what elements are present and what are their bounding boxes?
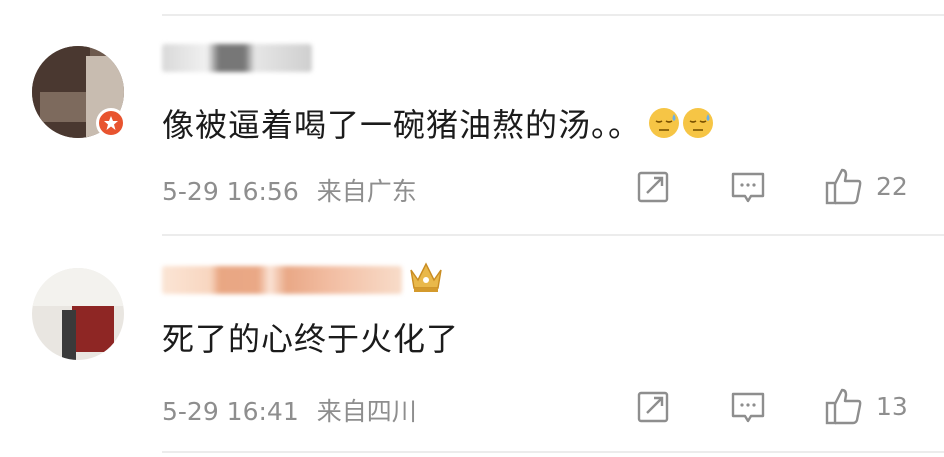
comment-date: 5-29 16:56 xyxy=(162,177,299,206)
share-button[interactable] xyxy=(636,390,670,424)
like-button[interactable]: 13 xyxy=(824,386,908,426)
bottom-divider xyxy=(162,451,944,453)
like-count: 13 xyxy=(876,391,908,421)
avatar[interactable] xyxy=(32,268,124,360)
like-button[interactable]: 22 xyxy=(824,166,908,206)
comment-date: 5-29 16:41 xyxy=(162,397,299,426)
thumbs-up-icon xyxy=(825,168,862,205)
like-count: 22 xyxy=(876,171,908,201)
sweat-face-icon xyxy=(649,108,680,138)
share-icon xyxy=(637,391,669,423)
crown-icon xyxy=(410,262,442,292)
comment-icon xyxy=(731,392,765,423)
reply-button[interactable] xyxy=(730,170,766,206)
comment-location: 来自广东 xyxy=(316,177,417,206)
sweat-face-icon xyxy=(683,108,714,138)
comment-icon xyxy=(731,172,765,203)
top-divider xyxy=(162,14,944,16)
share-button[interactable] xyxy=(636,170,670,204)
comment-meta: 5-29 16:56 来自广东 xyxy=(162,172,417,208)
verified-badge-icon xyxy=(96,108,126,138)
comment-meta: 5-29 16:41 来自四川 xyxy=(162,392,417,428)
share-icon xyxy=(637,171,669,203)
reply-button[interactable] xyxy=(730,390,766,426)
comment-divider xyxy=(162,234,944,236)
comment-location: 来自四川 xyxy=(316,397,417,426)
comment-text: 死了的心终于火化了 xyxy=(162,320,460,358)
thumbs-up-icon xyxy=(825,388,862,425)
comment-text: 像被逼着喝了一碗猪油熬的汤。。 xyxy=(162,100,715,148)
